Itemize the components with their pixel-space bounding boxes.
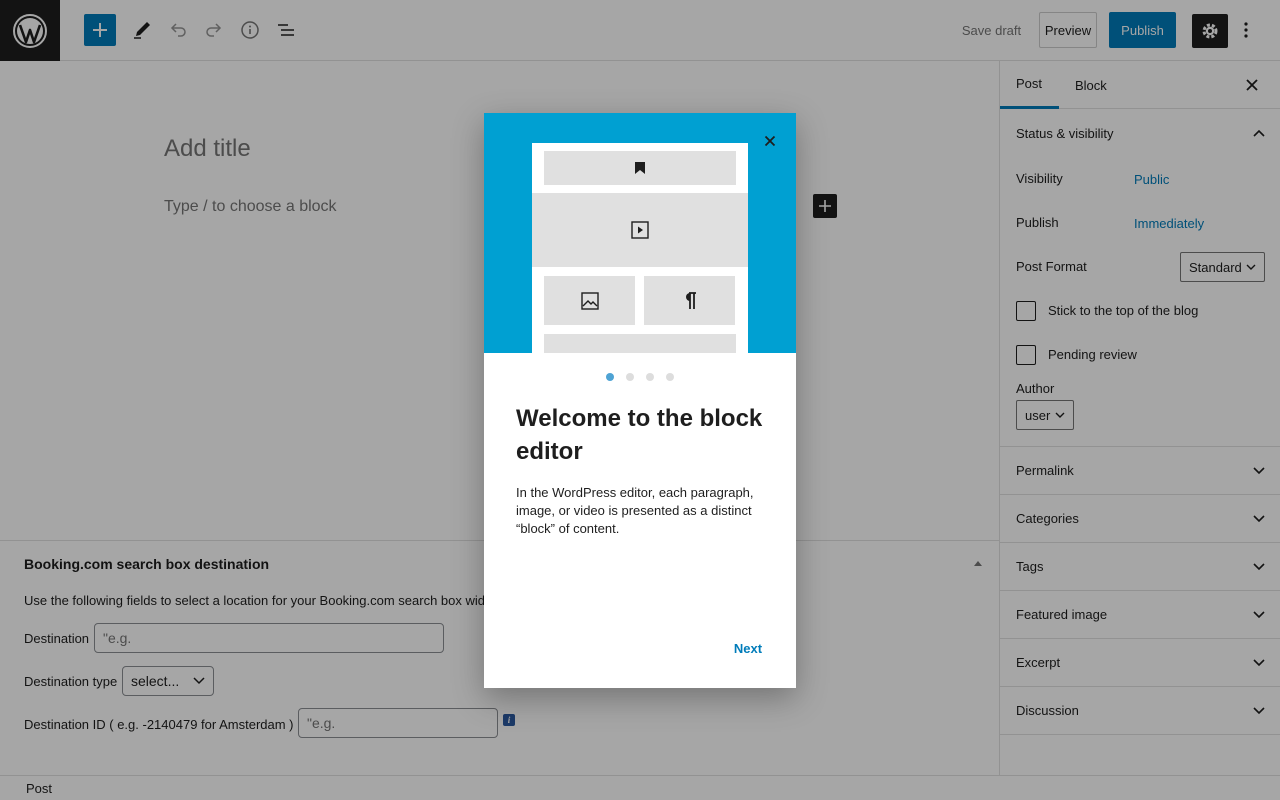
paragraph-icon (685, 291, 696, 309)
illustration-block (644, 276, 735, 325)
page-dot[interactable] (626, 373, 634, 381)
welcome-guide-modal: Welcome to the block editor In the WordP… (484, 113, 796, 688)
guide-text: In the WordPress editor, each paragraph,… (516, 485, 754, 536)
close-guide-button[interactable] (760, 131, 780, 151)
video-icon (631, 221, 649, 239)
illustration-card (532, 143, 748, 353)
page-dot[interactable] (646, 373, 654, 381)
guide-heading: Welcome to the block editor (516, 405, 763, 465)
welcome-illustration (484, 113, 796, 353)
page-dot[interactable] (606, 373, 614, 381)
illustration-block (544, 151, 736, 185)
bookmark-icon (635, 162, 645, 174)
close-icon (764, 135, 776, 147)
next-button[interactable]: Next (718, 633, 778, 663)
page-dot[interactable] (666, 373, 674, 381)
image-icon (580, 291, 599, 310)
illustration-block (544, 334, 736, 353)
illustration-block (532, 193, 748, 267)
page-indicator (484, 373, 796, 383)
illustration-block (544, 276, 635, 325)
